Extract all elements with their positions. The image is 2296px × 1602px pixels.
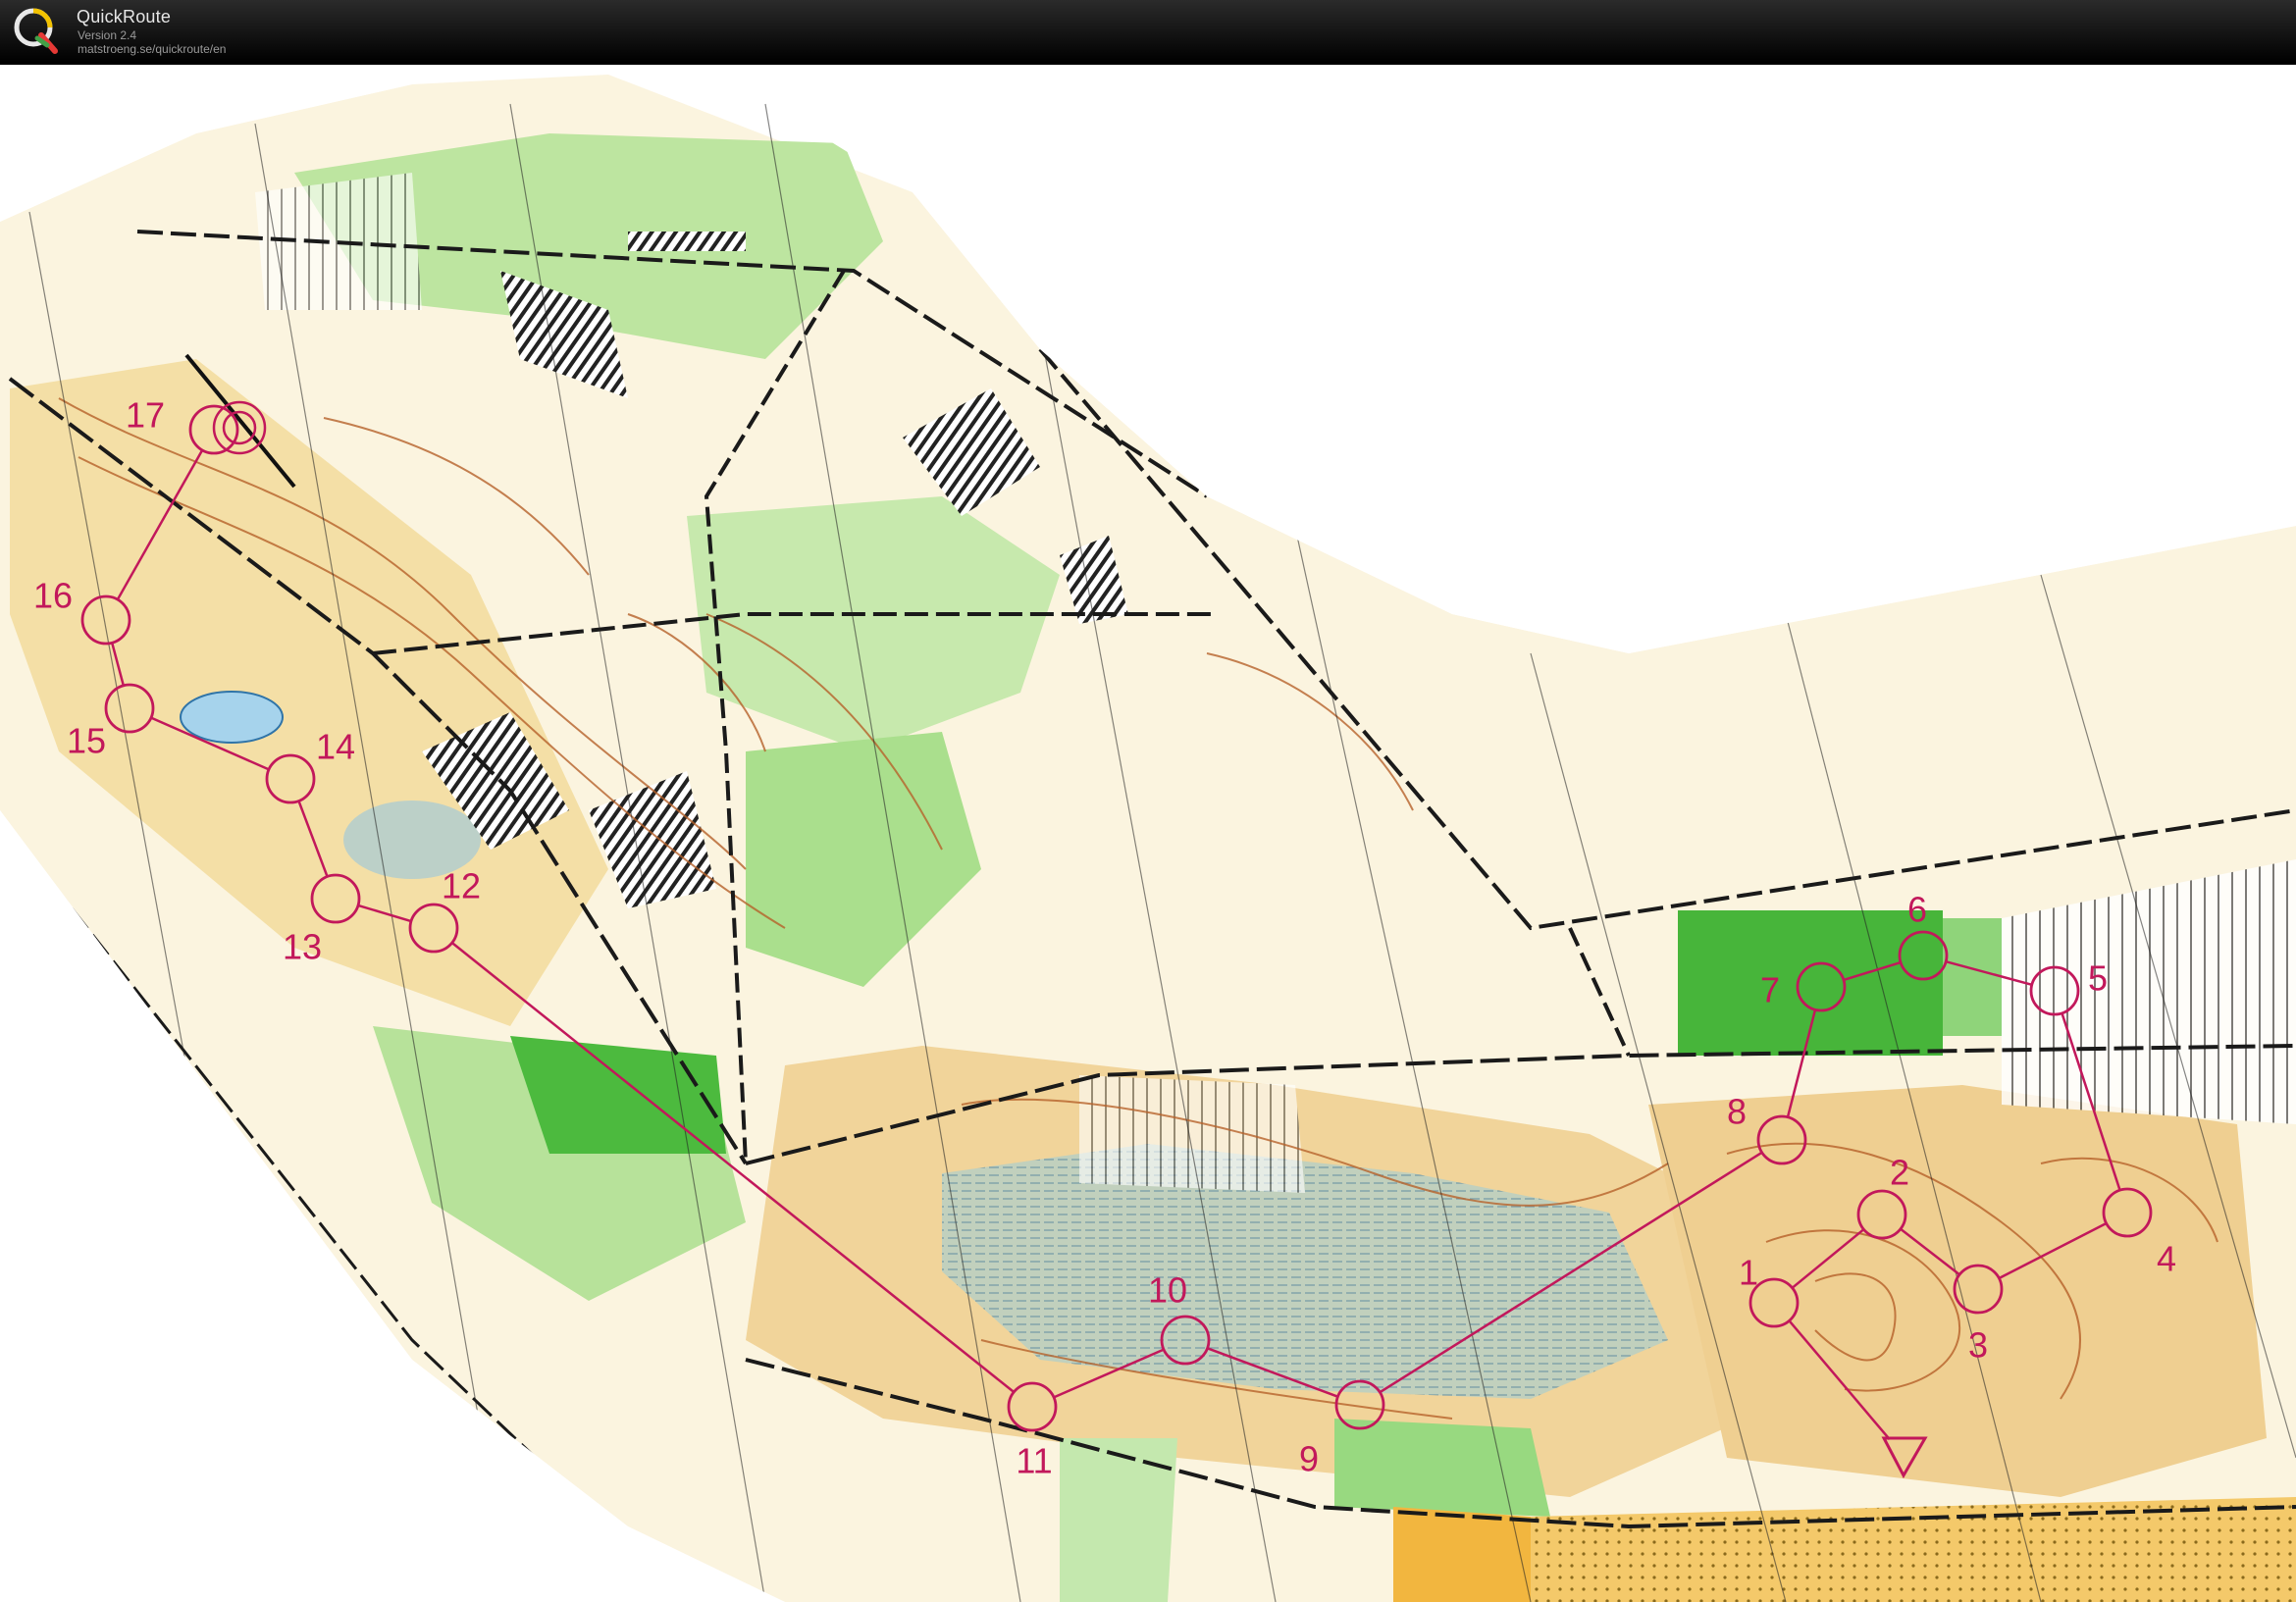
control-number: 6 xyxy=(1907,890,1927,930)
orienteering-map[interactable]: 1234567891011121314151617 xyxy=(0,65,2296,1602)
map-terrain xyxy=(0,65,2296,1602)
hatched-block-5 xyxy=(628,232,746,251)
control-number: 17 xyxy=(126,395,165,436)
map-canvas[interactable]: 1 2 3 4 5 6 7 8 9 10 11 12 13 14 15 16 17 xyxy=(0,65,2296,1602)
control-number: 10 xyxy=(1148,1270,1187,1311)
control-number: 2 xyxy=(1890,1153,1909,1193)
app-name: QuickRoute xyxy=(77,7,172,26)
quickroute-q-logo-icon xyxy=(14,8,58,54)
lake xyxy=(180,691,284,744)
app-title-bar: QuickRoute Version 2.4 matstroeng.se/qui… xyxy=(0,0,2296,65)
green-east-2 xyxy=(1943,918,2002,1036)
control-number: 5 xyxy=(2088,958,2108,999)
control-number: 16 xyxy=(33,576,73,616)
app-version: Version 2.4 xyxy=(78,28,137,42)
control-number: 13 xyxy=(283,927,322,967)
green-south xyxy=(1060,1438,1177,1602)
control-number: 8 xyxy=(1727,1092,1747,1132)
control-number: 14 xyxy=(316,727,355,767)
settlement-center xyxy=(1079,1075,1305,1193)
control-number: 12 xyxy=(442,866,481,906)
control-number: 4 xyxy=(2157,1239,2176,1279)
forest-south-strip xyxy=(1334,1419,1550,1517)
control-number: 11 xyxy=(1016,1441,1052,1481)
control-number: 7 xyxy=(1760,970,1780,1010)
control-number: 9 xyxy=(1299,1439,1319,1479)
app-url[interactable]: matstroeng.se/quickroute/en xyxy=(78,42,226,56)
control-number: 15 xyxy=(67,721,106,761)
control-number: 3 xyxy=(1968,1325,1988,1366)
control-number: 1 xyxy=(1739,1253,1758,1293)
field-south xyxy=(1393,1507,1531,1602)
